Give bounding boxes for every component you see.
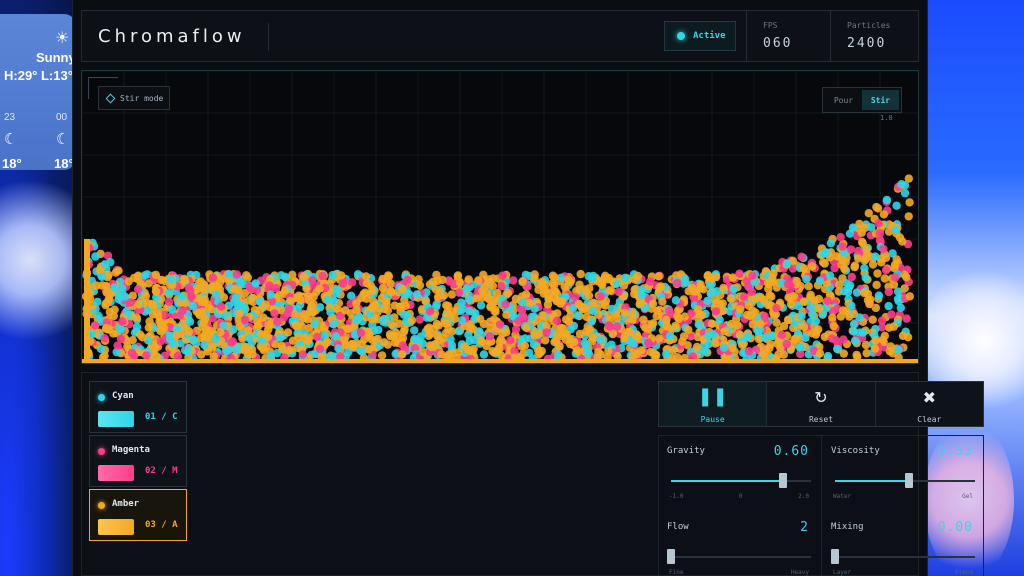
app-header: Chromaflow Active FPS 060 Particles 2400 bbox=[81, 10, 919, 62]
flow-slider[interactable] bbox=[667, 549, 811, 564]
forecast-time: 00 bbox=[56, 112, 68, 123]
moon-icon: ☾ bbox=[56, 130, 70, 148]
floor bbox=[82, 359, 918, 363]
stir-mode-button[interactable]: Stir mode bbox=[98, 86, 170, 110]
app-window: Chromaflow Active FPS 060 Particles 2400… bbox=[72, 0, 984, 576]
slider-ticks: Layer Blend bbox=[833, 569, 973, 576]
swatch-name: Cyan bbox=[112, 391, 134, 401]
close-icon: ✖ bbox=[922, 388, 937, 407]
param-label: Viscosity bbox=[831, 446, 880, 456]
slider-thumb[interactable] bbox=[831, 549, 839, 564]
stir-mode-label: Stir mode bbox=[120, 93, 164, 103]
weather-widget[interactable]: ☀ Sunny H:29° L:13° 23 ☾ 18° 00 ☾ 18° bbox=[0, 14, 76, 170]
swatch-name: Amber bbox=[112, 499, 140, 509]
param-flow: Flow 2 Fine Heavy bbox=[659, 512, 819, 576]
slider-thumb[interactable] bbox=[779, 473, 787, 488]
slider-ticks: -1.0 0 2.0 bbox=[669, 493, 809, 500]
particle-field[interactable] bbox=[82, 71, 919, 364]
action-bar: ❚❚ Pause ↻ Reset ✖ Clear bbox=[658, 381, 984, 427]
swatch-code: 03 / A bbox=[145, 520, 178, 530]
tick-label: -1.0 bbox=[669, 493, 684, 500]
param-label: Flow bbox=[667, 522, 689, 532]
param-gravity: Gravity 0.60 -1.0 0 2.0 bbox=[659, 436, 819, 512]
color-dot-icon bbox=[98, 394, 105, 401]
tick-label: Fine bbox=[669, 569, 684, 576]
particle-layer bbox=[82, 174, 914, 363]
moon-icon: ☾ bbox=[4, 130, 18, 148]
pause-label: Pause bbox=[700, 415, 725, 424]
param-value: 2 bbox=[800, 520, 809, 535]
tick-label: 0 bbox=[738, 493, 743, 500]
weather-condition: Sunny bbox=[36, 50, 76, 65]
param-label: Gravity bbox=[667, 446, 705, 456]
swatch-name: Magenta bbox=[112, 445, 150, 455]
particles-value: 2400 bbox=[847, 36, 887, 51]
slider-ticks: Fine Heavy bbox=[669, 569, 809, 576]
mode-toggle[interactable]: Pour Stir bbox=[822, 87, 902, 113]
swatch-code: 02 / M bbox=[145, 466, 178, 476]
reset-button[interactable]: ↻ Reset bbox=[767, 382, 876, 426]
param-value: 0.53 bbox=[937, 444, 973, 459]
gravity-slider[interactable] bbox=[671, 473, 811, 488]
param-value: 0.60 bbox=[773, 444, 809, 459]
tick-label: Blend bbox=[954, 569, 973, 576]
swatch-amber[interactable]: Amber 03 / A bbox=[89, 489, 187, 541]
forecast-temp: 18° bbox=[2, 156, 22, 170]
param-value: 0.00 bbox=[937, 520, 973, 535]
status-badge: Active bbox=[664, 21, 736, 51]
color-dot-icon bbox=[98, 502, 105, 509]
sun-icon: ☀ bbox=[55, 28, 70, 47]
reset-label: Reset bbox=[808, 415, 834, 424]
mixing-slider[interactable] bbox=[831, 549, 975, 564]
color-bar bbox=[98, 519, 134, 535]
clear-button[interactable]: ✖ Clear bbox=[876, 382, 983, 426]
viscosity-slider[interactable] bbox=[835, 473, 975, 488]
fps-value: 060 bbox=[763, 36, 793, 51]
slider-thumb[interactable] bbox=[667, 549, 675, 564]
divider bbox=[268, 23, 269, 51]
forecast-temp: 18° bbox=[54, 156, 74, 170]
color-dot-icon bbox=[98, 448, 105, 455]
app-title: Chromaflow bbox=[98, 26, 246, 47]
mode-option-pour[interactable]: Pour bbox=[825, 90, 862, 110]
parameter-grid: Gravity 0.60 -1.0 0 2.0 Viscosity 0.53 W… bbox=[658, 435, 984, 576]
particles-label: Particles bbox=[847, 21, 891, 30]
reset-icon: ↻ bbox=[814, 388, 828, 407]
left-wall bbox=[84, 239, 90, 363]
weather-high-low: H:29° L:13° bbox=[4, 68, 73, 83]
slider-ticks: Water Gel bbox=[833, 493, 973, 500]
fps-stat: FPS 060 bbox=[746, 11, 830, 61]
swatch-code: 01 / C bbox=[145, 412, 178, 422]
tick-label: 2.0 bbox=[798, 493, 809, 500]
scale-label: 1.0 bbox=[880, 114, 893, 122]
param-mixing: Mixing 0.00 Layer Blend bbox=[823, 512, 983, 576]
simulation-canvas[interactable]: Stir mode Pour Stir 1.0 bbox=[81, 70, 919, 364]
tick-label: Heavy bbox=[790, 569, 809, 576]
tick-label: Water bbox=[833, 493, 852, 500]
param-label: Mixing bbox=[831, 522, 864, 532]
swatch-cyan[interactable]: Cyan 01 / C bbox=[89, 381, 187, 433]
swatch-magenta[interactable]: Magenta 02 / M bbox=[89, 435, 187, 487]
tick-label: Layer bbox=[833, 569, 852, 576]
status-label: Active bbox=[693, 31, 726, 41]
control-panel: Cyan 01 / C Magenta 02 / M Amber 03 / A … bbox=[81, 372, 984, 576]
color-bar bbox=[98, 465, 134, 481]
divider bbox=[821, 436, 822, 576]
color-bar bbox=[98, 411, 134, 427]
pause-icon: ❚❚ bbox=[697, 386, 728, 407]
forecast-time: 23 bbox=[4, 112, 16, 123]
tick-label: Gel bbox=[962, 493, 973, 500]
param-viscosity: Viscosity 0.53 Water Gel bbox=[823, 436, 983, 512]
pause-button[interactable]: ❚❚ Pause bbox=[659, 382, 768, 426]
particles-stat: Particles 2400 bbox=[830, 11, 920, 61]
status-dot-icon bbox=[677, 32, 685, 40]
diamond-icon bbox=[105, 93, 116, 103]
slider-thumb[interactable] bbox=[905, 473, 914, 488]
mode-option-stir[interactable]: Stir bbox=[862, 90, 899, 110]
clear-label: Clear bbox=[917, 415, 942, 424]
fps-label: FPS bbox=[763, 21, 778, 30]
